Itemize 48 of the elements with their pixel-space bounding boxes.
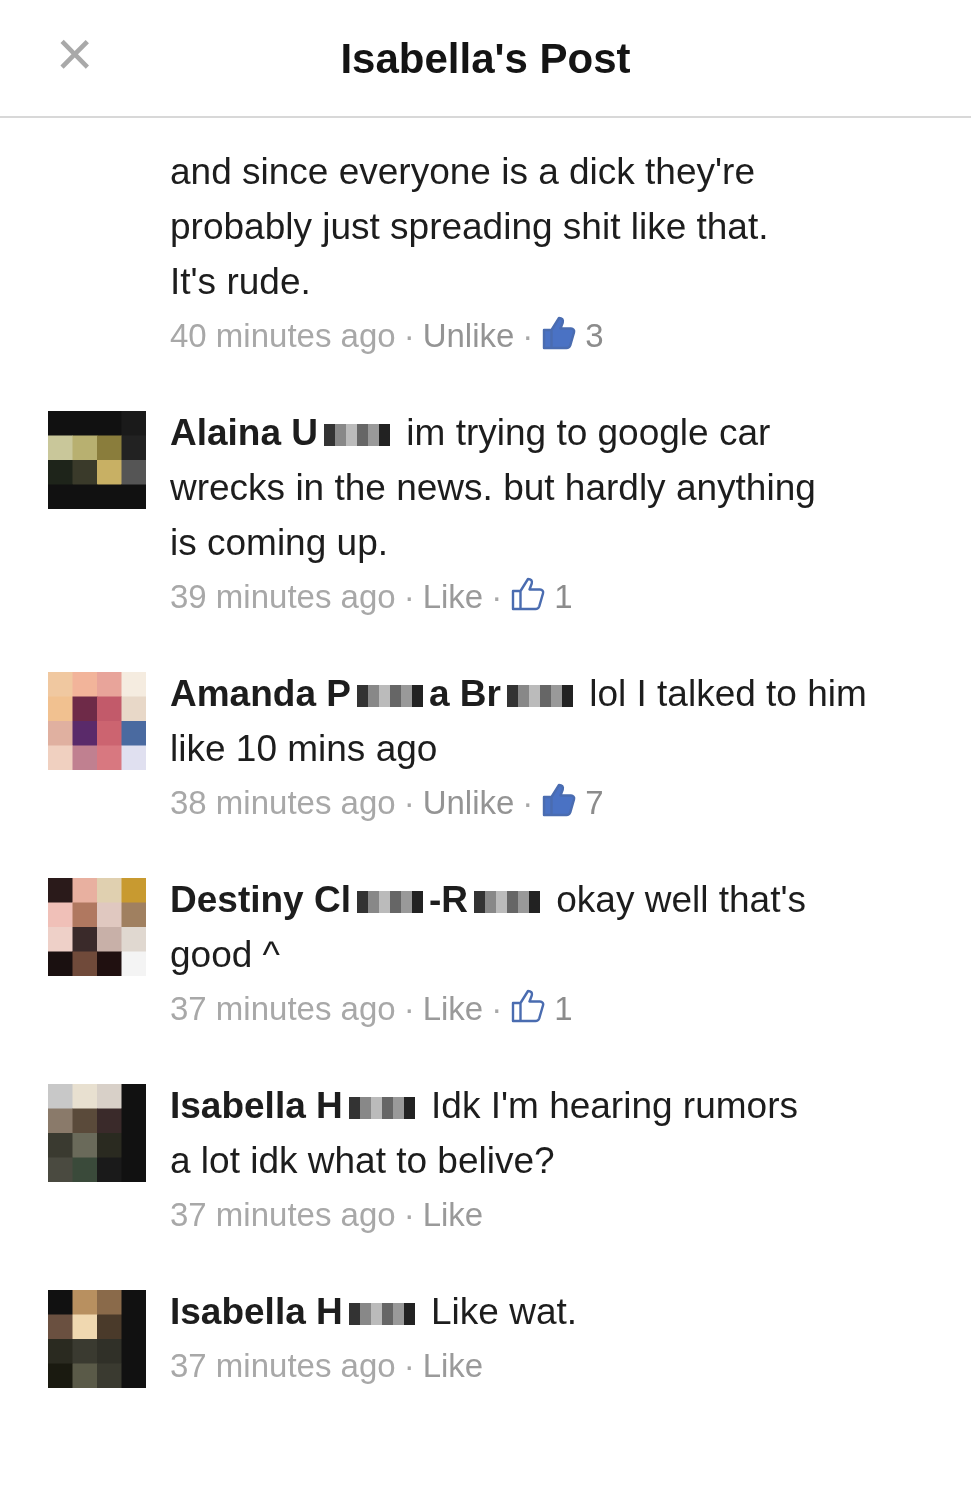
separator-dot: · bbox=[491, 578, 503, 615]
pixelated-block bbox=[356, 891, 423, 914]
comment-text: Like wat. bbox=[431, 1291, 578, 1332]
like-count: 1 bbox=[554, 578, 573, 615]
timestamp: 40 minutes ago bbox=[170, 317, 396, 354]
pixelated-block bbox=[348, 1097, 415, 1120]
pixelated-block bbox=[348, 1303, 415, 1326]
pixelated-block bbox=[356, 685, 423, 708]
comment-text: wrecks in the news. but hardly anything bbox=[170, 466, 817, 510]
separator-dot: · bbox=[403, 1196, 415, 1233]
separator-dot: · bbox=[403, 317, 415, 354]
comment-text: lol I talked to him bbox=[589, 673, 867, 714]
author-name[interactable]: Isabella H bbox=[170, 1085, 343, 1126]
timestamp: 37 minutes ago bbox=[170, 1347, 396, 1384]
comment-text: Idk I'm hearing rumors bbox=[431, 1085, 798, 1126]
separator-dot: · bbox=[403, 784, 415, 821]
author-name[interactable]: Alaina U bbox=[170, 412, 319, 453]
comment-text: and since everyone is a dick they're bbox=[170, 151, 755, 192]
separator-dot: · bbox=[403, 1347, 415, 1384]
pixelated-block bbox=[324, 424, 391, 447]
comment-text: like 10 mins ago bbox=[170, 727, 439, 771]
like-count: 7 bbox=[585, 784, 604, 821]
author-name[interactable]: Amanda P bbox=[170, 673, 351, 714]
separator-dot: · bbox=[522, 784, 534, 821]
author-name[interactable]: a Br bbox=[428, 673, 501, 714]
comment-text: probably just spreading shit like that. bbox=[170, 205, 770, 249]
pixelated-block bbox=[506, 685, 573, 708]
like-count: 3 bbox=[585, 317, 604, 354]
like-count: 1 bbox=[554, 990, 573, 1027]
timestamp: 37 minutes ago bbox=[170, 1196, 396, 1233]
comment-text: It's rude. bbox=[170, 260, 312, 304]
timestamp: 39 minutes ago bbox=[170, 578, 396, 615]
author-name[interactable]: -R bbox=[428, 879, 468, 920]
author-name[interactable]: Isabella H bbox=[170, 1291, 343, 1332]
post-title: Isabella's Post bbox=[340, 33, 631, 84]
author-name[interactable]: Destiny Cl bbox=[170, 879, 351, 920]
timestamp: 38 minutes ago bbox=[170, 784, 396, 821]
comment-text: is coming up. bbox=[170, 521, 389, 565]
comment-text: im trying to google car bbox=[406, 412, 771, 453]
separator-dot: · bbox=[403, 578, 415, 615]
comment-text: good ^ bbox=[170, 933, 281, 977]
separator-dot: · bbox=[522, 317, 534, 354]
pixelated-block bbox=[474, 891, 540, 914]
timestamp: 37 minutes ago bbox=[170, 990, 396, 1027]
separator-dot: · bbox=[491, 990, 503, 1027]
comment-text: a lot idk what to belive? bbox=[170, 1139, 556, 1183]
comment-text: okay well that's bbox=[556, 879, 806, 920]
separator-dot: · bbox=[403, 990, 415, 1027]
